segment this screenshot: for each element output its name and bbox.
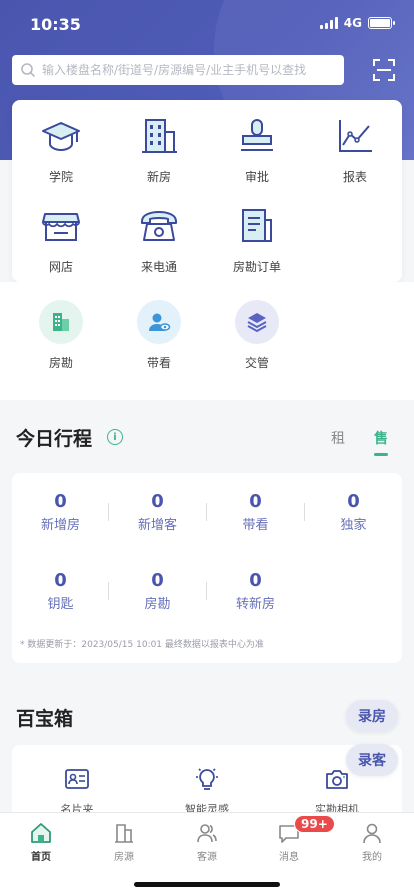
search-icon: [21, 63, 35, 77]
user-view-icon: [149, 313, 171, 331]
clients-icon: [197, 824, 217, 843]
stat-showing[interactable]: 0 带看: [207, 491, 304, 533]
quick-label: 交管: [244, 356, 269, 370]
stat-value: 0: [249, 570, 262, 591]
stat-convert-new[interactable]: 0 转新房: [207, 570, 304, 612]
building-survey-icon: [53, 313, 69, 331]
info-icon[interactable]: i: [107, 429, 123, 445]
grid-item-online-shop[interactable]: 网店: [12, 204, 110, 275]
profile-icon: [363, 823, 381, 844]
schedule-stats-card: 0 新增房 0 新增客 0 带看 0 独家 0 钥匙 0 房勘 0 转新房: [12, 473, 402, 663]
tab-clients[interactable]: 客源: [177, 821, 237, 863]
stat-new-client[interactable]: 0 新增客: [109, 491, 206, 533]
tool-inspiration[interactable]: 智能灵感: [142, 765, 272, 817]
stat-new-house[interactable]: 0 新增房: [12, 491, 109, 533]
tab-label: 首页: [31, 852, 51, 863]
data-update-note: * 数据更新于：2023/05/15 10:01 最终数据以报表中心为准: [20, 640, 264, 650]
quick-label: 房勘: [48, 356, 73, 370]
network-label: 4G: [343, 16, 362, 30]
scan-icon[interactable]: [372, 58, 396, 82]
tab-label: 客源: [197, 852, 217, 863]
quick-label: 带看: [146, 356, 171, 370]
tab-profile[interactable]: 我的: [342, 821, 402, 863]
stamp-icon: [241, 119, 273, 151]
document-icon: [242, 209, 272, 242]
line-chart-icon: [339, 120, 372, 152]
add-client-button[interactable]: 录客: [346, 744, 398, 776]
stat-label: 新增房: [40, 518, 80, 533]
id-card-icon: [65, 769, 89, 789]
home-icon: [31, 823, 51, 843]
grid-item-call[interactable]: 来电通: [110, 204, 208, 275]
grid-label: 来电通: [140, 260, 177, 274]
grid-item-approval[interactable]: 审批: [208, 114, 306, 185]
stat-exclusive[interactable]: 0 独家: [305, 491, 402, 533]
building-icon: [142, 119, 177, 153]
stat-label: 房勘: [144, 597, 171, 612]
grid-label: 网店: [48, 260, 73, 274]
stat-value: 0: [249, 491, 262, 512]
grid-label: 报表: [342, 170, 367, 184]
grid-item-academy[interactable]: 学院: [12, 114, 110, 185]
tab-active-indicator: [374, 453, 388, 456]
search-bar[interactable]: [12, 55, 344, 85]
status-bar: 10:35 4G: [0, 0, 414, 48]
grid-label: 房勘订单: [232, 260, 281, 274]
quick-actions: 房勘 带看 交管: [0, 282, 414, 400]
stat-value: 0: [347, 491, 360, 512]
tab-label: 我的: [362, 852, 382, 863]
grid-label: 审批: [244, 170, 269, 184]
tab-rent[interactable]: 租: [331, 428, 345, 448]
function-grid: 学院 新房 审批 报表 网店 来电通 房勘订单: [12, 100, 402, 282]
grid-item-survey-order[interactable]: 房勘订单: [208, 204, 306, 275]
battery-icon: [368, 17, 395, 29]
grid-label: 学院: [48, 170, 73, 184]
house-listing-icon: [115, 824, 133, 843]
quick-item-survey[interactable]: 房勘: [12, 300, 110, 371]
tab-listings[interactable]: 房源: [94, 821, 154, 863]
add-house-button[interactable]: 录房: [346, 700, 398, 732]
shop-icon: [42, 213, 80, 241]
status-time: 10:35: [30, 15, 81, 34]
stat-keys[interactable]: 0 钥匙: [12, 570, 109, 612]
tab-label: 房源: [114, 852, 134, 863]
quick-item-showing[interactable]: 带看: [110, 300, 208, 371]
stat-label: 新增客: [137, 518, 177, 533]
grid-item-report[interactable]: 报表: [306, 114, 404, 185]
schedule-title: 今日行程: [16, 428, 93, 450]
stat-value: 0: [54, 570, 67, 591]
stat-label: 带看: [242, 518, 269, 533]
stat-label: 转新房: [235, 597, 275, 612]
stat-label: 钥匙: [47, 597, 74, 612]
stat-value: 0: [151, 491, 164, 512]
quick-item-handover[interactable]: 交管: [208, 300, 306, 371]
grid-item-new-house[interactable]: 新房: [110, 114, 208, 185]
stat-survey[interactable]: 0 房勘: [109, 570, 206, 612]
home-indicator: [134, 882, 280, 887]
stat-value: 0: [151, 570, 164, 591]
tab-label: 消息: [279, 852, 299, 863]
signal-icon: [319, 17, 338, 29]
graduation-cap-icon: [42, 122, 80, 152]
layers-icon: [247, 313, 267, 333]
grid-label: 新房: [146, 170, 171, 184]
tab-sale[interactable]: 售: [374, 428, 388, 448]
search-input[interactable]: [42, 63, 344, 77]
camera-icon: [326, 770, 348, 789]
tool-business-card[interactable]: 名片夹: [12, 765, 142, 817]
lightbulb-icon: [196, 768, 218, 790]
tab-home[interactable]: 首页: [11, 821, 71, 863]
stat-value: 0: [54, 491, 67, 512]
toolbox-title: 百宝箱: [16, 708, 74, 730]
telephone-icon: [141, 211, 177, 241]
message-badge: 99+: [294, 815, 335, 833]
stat-label: 独家: [340, 518, 367, 533]
